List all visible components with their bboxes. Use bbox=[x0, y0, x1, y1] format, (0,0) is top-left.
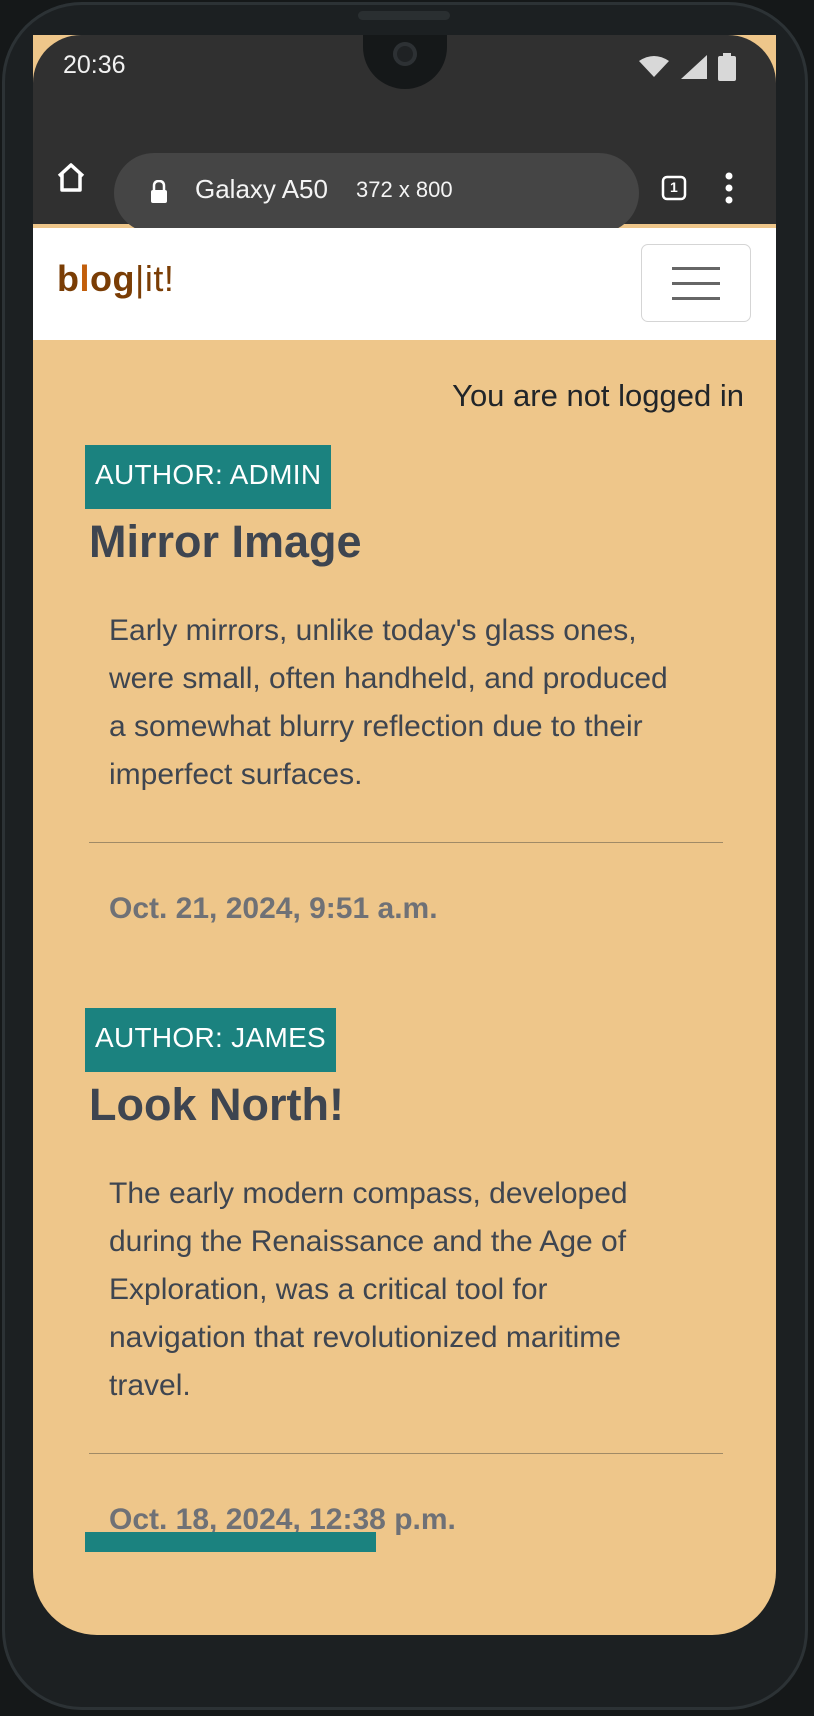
device-frame: 20:36 Galaxy A50 372 x 800 1 blog|it! Yo… bbox=[0, 0, 814, 1716]
device-name-label: Galaxy A50 bbox=[195, 174, 328, 204]
signal-icon bbox=[681, 55, 707, 79]
post-date: Oct. 21, 2024, 9:51 a.m. bbox=[109, 892, 438, 925]
brand-text-it: |it! bbox=[135, 258, 175, 299]
brand-text-og: og bbox=[90, 258, 135, 299]
tab-switcher-button[interactable]: 1 bbox=[660, 174, 688, 202]
post-divider bbox=[89, 1453, 723, 1454]
camera-notch bbox=[363, 35, 447, 89]
author-badge: AUTHOR: ADMIN bbox=[85, 445, 332, 509]
battery-icon bbox=[718, 53, 736, 81]
wifi-icon bbox=[639, 56, 669, 77]
post-card: AUTHOR: JAMES Look North! The early mode… bbox=[85, 1008, 723, 1537]
device-screen: 20:36 Galaxy A50 372 x 800 1 blog|it! Yo… bbox=[33, 35, 776, 1635]
status-icons bbox=[638, 53, 736, 81]
post-excerpt: The early modern compass, developed duri… bbox=[109, 1177, 628, 1402]
login-status: You are not logged in bbox=[452, 378, 744, 413]
home-icon[interactable] bbox=[51, 157, 91, 197]
tab-count: 1 bbox=[670, 179, 678, 195]
status-bar: 20:36 bbox=[33, 35, 776, 119]
navbar-toggle-button[interactable] bbox=[641, 244, 751, 322]
site-navbar: blog|it! bbox=[33, 228, 776, 340]
post-divider bbox=[89, 842, 723, 843]
brand-text-b: b bbox=[57, 258, 80, 299]
post-title[interactable]: Mirror Image bbox=[89, 517, 695, 567]
author-badge-partial bbox=[85, 1532, 376, 1552]
post-card: AUTHOR: ADMIN Mirror Image Early mirrors… bbox=[85, 445, 723, 926]
device-size-label: 372 x 800 bbox=[356, 177, 453, 202]
front-camera-icon bbox=[393, 42, 417, 66]
brand-text-l: l bbox=[79, 258, 91, 299]
lock-icon bbox=[151, 180, 167, 203]
address-bar[interactable]: Galaxy A50 372 x 800 bbox=[114, 153, 639, 233]
author-badge: AUTHOR: JAMES bbox=[85, 1008, 337, 1072]
browser-toolbar: Galaxy A50 372 x 800 1 bbox=[33, 119, 776, 233]
post-excerpt: Early mirrors, unlike today's glass ones… bbox=[109, 614, 668, 791]
more-options-icon[interactable] bbox=[723, 171, 735, 205]
post-title[interactable]: Look North! bbox=[89, 1080, 695, 1130]
brand-logo[interactable]: blog|it! bbox=[57, 258, 174, 300]
status-time: 20:36 bbox=[63, 51, 126, 79]
speaker-bar bbox=[358, 11, 450, 20]
